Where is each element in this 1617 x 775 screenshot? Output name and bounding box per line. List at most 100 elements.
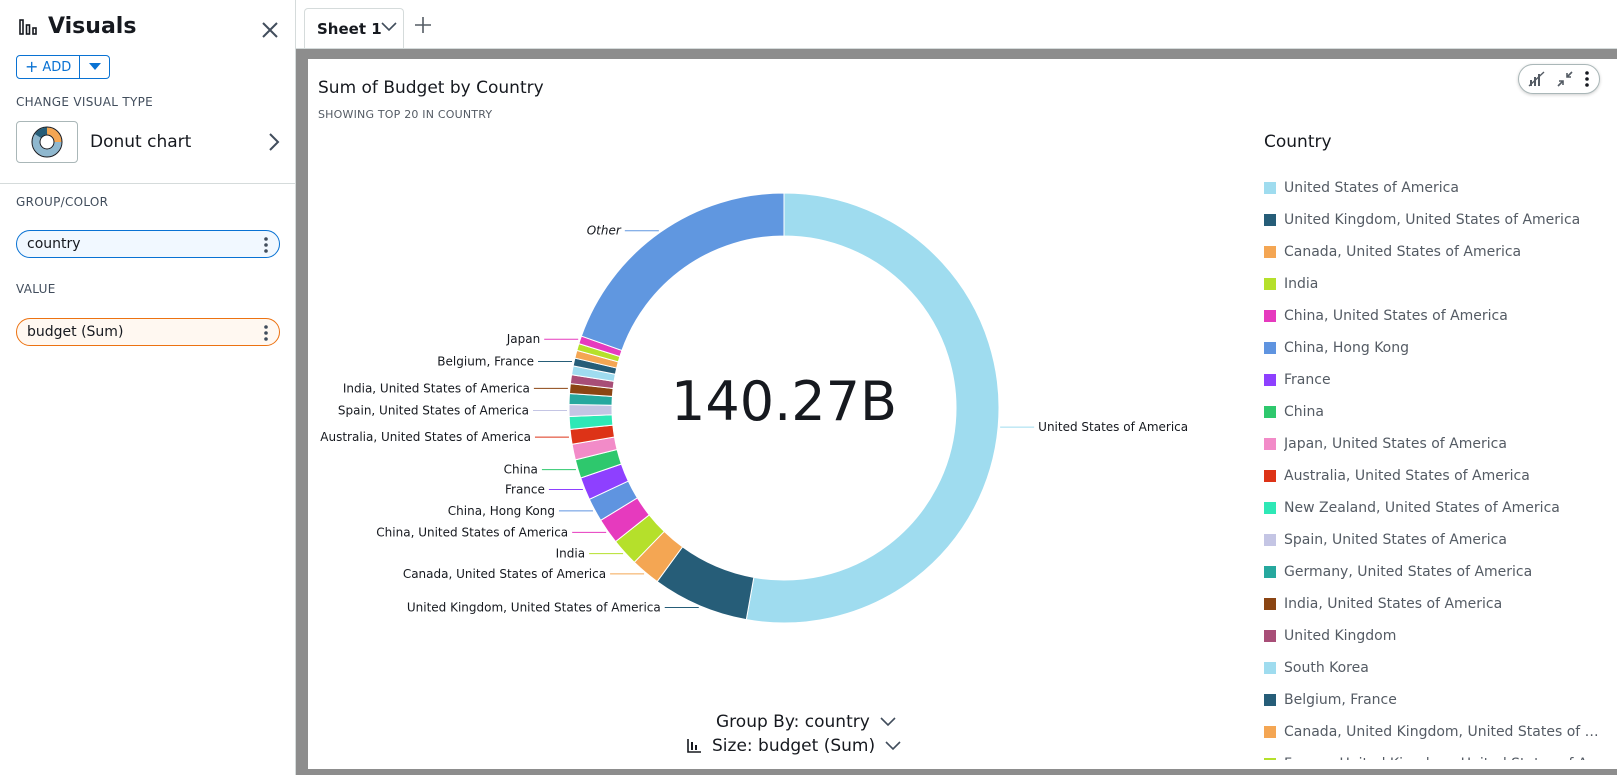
legend-swatch [1264,726,1276,738]
plus-icon: + [25,57,39,76]
legend-item-india-united-states-of-america[interactable]: India, United States of America [1264,588,1604,620]
caret-down-icon [88,63,101,70]
legend-item-south-korea[interactable]: South Korea [1264,652,1604,684]
legend-label: France [1284,372,1331,388]
group-field-name: country [27,236,81,252]
legend-item-canada-united-states-of-america[interactable]: Canada, United States of America [1264,236,1604,268]
legend-swatch [1264,182,1276,194]
panel-title-group: Visuals [18,14,136,39]
bar-chart-icon [19,18,37,35]
legend-item-japan-united-states-of-america[interactable]: Japan, United States of America [1264,428,1604,460]
legend-item-canada-united-kingdom-united-states-of-a[interactable]: Canada, United Kingdom, United States of… [1264,716,1604,748]
change-visual-type-label: CHANGE VISUAL TYPE [16,95,154,109]
legend-item-new-zealand-united-states-of-america[interactable]: New Zealand, United States of America [1264,492,1604,524]
legend-item-australia-united-states-of-america[interactable]: Australia, United States of America [1264,460,1604,492]
legend-label: Spain, United States of America [1284,532,1507,548]
legend-label: United Kingdom, United States of America [1284,212,1581,228]
legend-swatch [1264,470,1276,482]
donut-center-value: 140.27B [671,370,897,433]
legend-item-china[interactable]: China [1264,396,1604,428]
callout-label-belgium-france: Belgium, France [437,355,534,369]
add-dropdown-button[interactable] [80,55,111,79]
legend-item-china-hong-kong[interactable]: China, Hong Kong [1264,332,1604,364]
legend-label: United Kingdom [1284,628,1397,644]
callout-label-united-states-of-america: United States of America [1038,420,1188,434]
tab-label: Sheet 1 [317,19,382,38]
legend-item-united-states-of-america[interactable]: United States of America [1264,172,1604,204]
donut-chart-thumbnail [16,121,78,163]
donut-chart-icon [31,126,63,158]
legend-label: Canada, United States of America [1284,244,1522,260]
legend-swatch [1264,342,1276,354]
legend-label: Japan, United States of America [1284,436,1507,452]
legend-label: Canada, United Kingdom, United States of… [1284,724,1604,740]
legend-title: Country [1264,132,1332,152]
legend-item-belgium-france[interactable]: Belgium, France [1264,684,1604,716]
legend-swatch [1264,246,1276,258]
minimize-icon[interactable] [1556,70,1574,88]
legend-swatch [1264,598,1276,610]
callout-label-japan: Japan [506,332,540,346]
slice-spain-united-states-of-america[interactable] [568,403,613,417]
group-by-control[interactable]: Group By: country [716,712,896,732]
chart-legend: United States of America United Kingdom, … [1264,172,1604,760]
panel-divider [0,183,296,184]
legend-label: China, United States of America [1284,308,1508,324]
group-field-well[interactable]: country [16,230,280,258]
legend-item-spain-united-states-of-america[interactable]: Spain, United States of America [1264,524,1604,556]
chevron-right-icon [269,133,280,151]
change-visual-type-button[interactable]: Donut chart [16,121,280,163]
more-vertical-icon[interactable] [1584,70,1590,88]
plus-icon[interactable] [414,16,432,34]
sort-icon [687,739,701,753]
callout-label-canada-united-states-of-america: Canada, United States of America [403,567,606,581]
group-color-label: GROUP/COLOR [16,195,109,209]
legend-swatch [1264,214,1276,226]
legend-swatch [1264,630,1276,642]
callout-label-china: China [504,463,538,477]
legend-swatch [1264,438,1276,450]
chevron-down-icon[interactable] [381,21,397,33]
legend-label: United States of America [1284,180,1459,196]
legend-label: France, United Kingdom, United States of… [1284,756,1604,760]
legend-swatch [1264,662,1276,674]
add-visual-group: + ADD [16,55,111,79]
callout-label-india-united-states-of-america: India, United States of America [343,381,530,395]
tab-sheet-1[interactable]: Sheet 1 [304,8,404,48]
legend-label: India [1284,276,1319,292]
callout-label-china-united-states-of-america: China, United States of America [376,525,568,539]
legend-label: South Korea [1284,660,1369,676]
legend-swatch [1264,406,1276,418]
more-vertical-icon[interactable] [263,236,269,254]
close-icon[interactable] [258,18,282,42]
callout-label-other: Other [587,224,622,238]
legend-item-france[interactable]: France [1264,364,1604,396]
visuals-panel: Visuals + ADD CHANGE VISUAL TYPE Donut c… [0,0,296,775]
size-label: Size: budget (Sum) [712,736,876,756]
legend-item-united-kingdom-united-states-of-america[interactable]: United Kingdom, United States of America [1264,204,1604,236]
legend-item-france-united-kingdom-united-states-of-a[interactable]: France, United Kingdom, United States of… [1264,748,1604,760]
donut-chart: Other Japan Belgium, France India, United S… [320,192,1188,624]
legend-item-united-kingdom[interactable]: United Kingdom [1264,620,1604,652]
callout-label-france: France [505,483,545,497]
legend-label: China [1284,404,1324,420]
legend-label: Germany, United States of America [1284,564,1533,580]
legend-swatch [1264,566,1276,578]
legend-swatch [1264,502,1276,514]
add-label: ADD [42,59,72,75]
add-visual-button[interactable]: + ADD [16,55,81,79]
value-field-name: budget (Sum) [27,324,124,340]
more-vertical-icon[interactable] [263,324,269,342]
legend-label: Belgium, France [1284,692,1397,708]
slice-other[interactable] [580,192,785,352]
size-control[interactable]: Size: budget (Sum) [686,736,901,756]
callout-label-spain-united-states-of-america: Spain, United States of America [338,404,529,418]
legend-item-china-united-states-of-america[interactable]: China, United States of America [1264,300,1604,332]
drill-icon[interactable] [1528,71,1546,87]
legend-item-germany-united-states-of-america[interactable]: Germany, United States of America [1264,556,1604,588]
legend-label: New Zealand, United States of America [1284,500,1560,516]
legend-item-india[interactable]: India [1264,268,1604,300]
value-field-well[interactable]: budget (Sum) [16,318,280,346]
visual-type-label: Donut chart [90,132,192,152]
legend-swatch [1264,310,1276,322]
